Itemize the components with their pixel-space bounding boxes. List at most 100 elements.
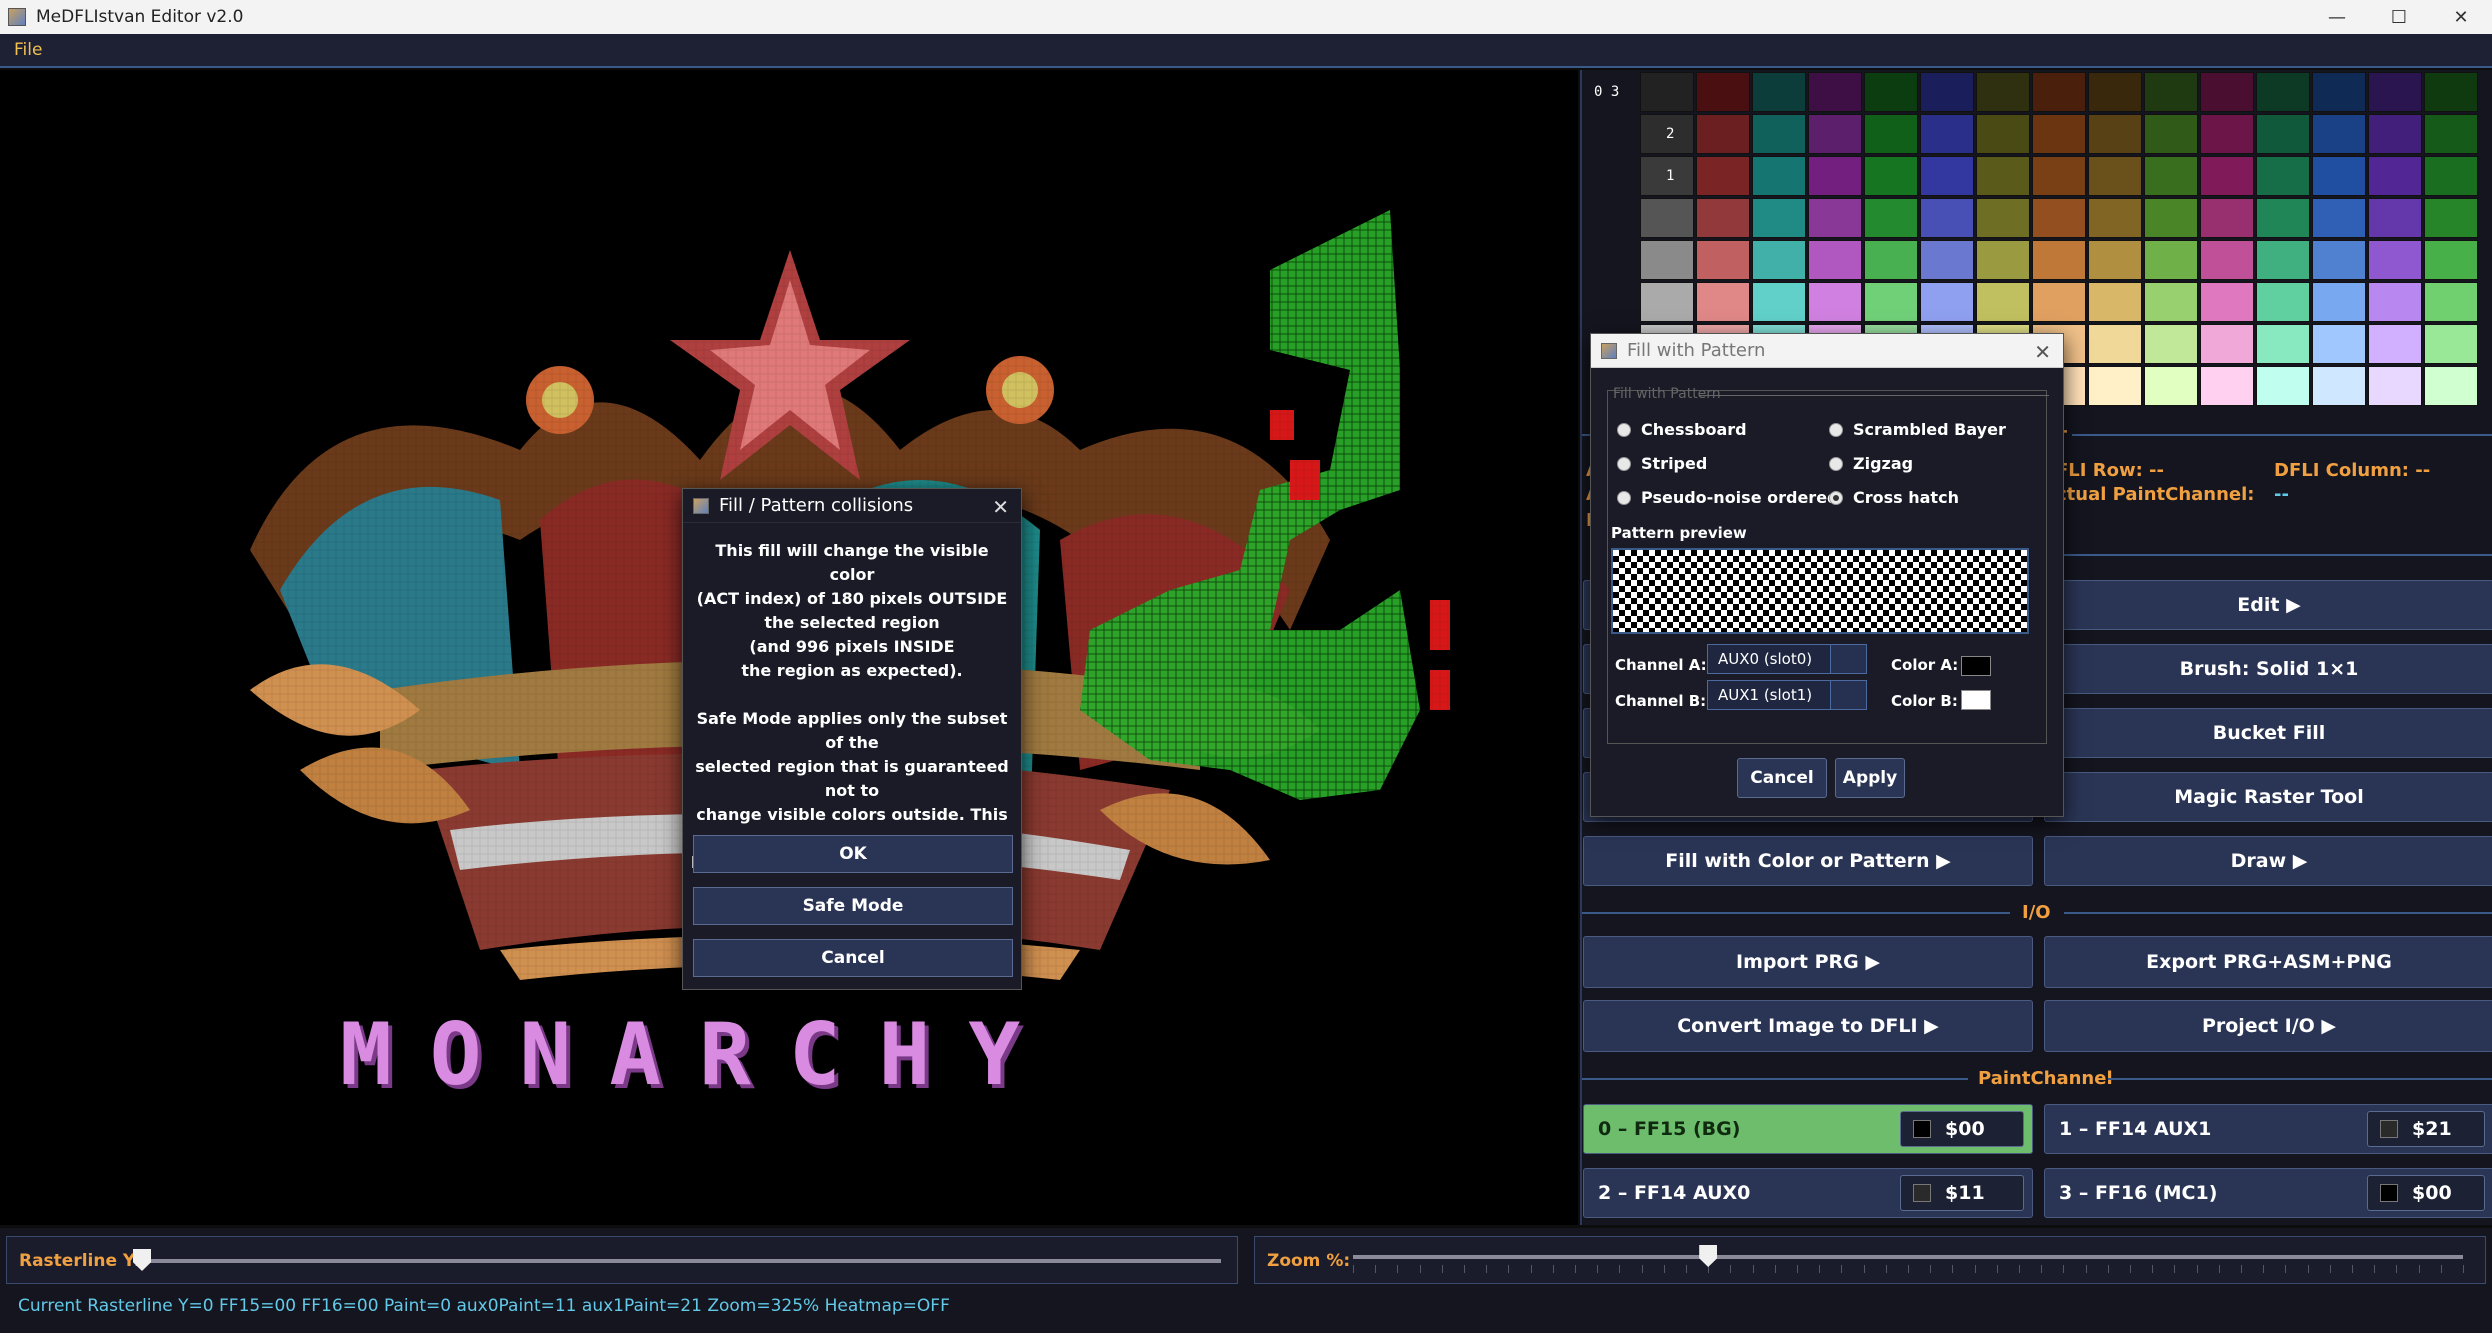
paint-channel-0[interactable]: 0 – FF15 (BG) $00 (1583, 1104, 2033, 1154)
channel-b-select[interactable]: AUX1 (slot1) (1707, 680, 1867, 710)
menu-file[interactable]: File (14, 40, 42, 60)
palette-swatch[interactable] (2200, 366, 2254, 406)
paint-channel-color[interactable]: $11 (1900, 1175, 2024, 1211)
palette-swatch[interactable] (2144, 282, 2198, 322)
radio-cross-hatch[interactable]: Cross hatch (1829, 488, 1959, 507)
palette-swatch[interactable] (1976, 282, 2030, 322)
zoom-slider-track[interactable] (1353, 1255, 2463, 1259)
palette-swatch[interactable] (2144, 198, 2198, 238)
export-prg-button[interactable]: Export PRG+ASM+PNG (2044, 936, 2492, 988)
rasterline-slider-track[interactable] (135, 1259, 1221, 1263)
palette-swatch[interactable] (2088, 114, 2142, 154)
palette-swatch[interactable] (1920, 282, 1974, 322)
palette-swatch[interactable] (2424, 156, 2478, 196)
palette-swatch[interactable] (2424, 114, 2478, 154)
palette-swatch[interactable] (1864, 156, 1918, 196)
palette-swatch[interactable] (2256, 72, 2310, 112)
palette-swatch[interactable] (2200, 114, 2254, 154)
palette-swatch[interactable] (2088, 366, 2142, 406)
import-prg-button[interactable]: Import PRG ▶ (1583, 936, 2033, 988)
palette-swatch[interactable] (2256, 324, 2310, 364)
maximize-icon[interactable]: ☐ (2368, 0, 2430, 34)
draw-button[interactable]: Draw ▶ (2044, 836, 2492, 886)
fill-color-pattern-button[interactable]: Fill with Color or Pattern ▶ (1583, 836, 2033, 886)
palette-swatch[interactable] (2200, 324, 2254, 364)
palette-swatch[interactable] (2032, 156, 2086, 196)
palette-swatch[interactable] (1976, 240, 2030, 280)
palette-swatch[interactable] (1696, 114, 1750, 154)
palette-swatch[interactable] (2312, 240, 2366, 280)
palette-swatch[interactable] (2032, 240, 2086, 280)
radio-scrambled-bayer[interactable]: Scrambled Bayer (1829, 420, 2006, 439)
palette-swatch[interactable] (2088, 156, 2142, 196)
edit-button[interactable]: Edit ▶ (2044, 580, 2492, 630)
convert-image-button[interactable]: Convert Image to DFLI ▶ (1583, 1000, 2033, 1052)
paint-channel-color[interactable]: $21 (2367, 1111, 2485, 1147)
palette-swatch[interactable] (2368, 198, 2422, 238)
palette-swatch[interactable] (1864, 114, 1918, 154)
palette-swatch[interactable] (2256, 282, 2310, 322)
palette-swatch[interactable] (2200, 198, 2254, 238)
cancel-button[interactable]: Cancel (693, 939, 1013, 977)
zoom-slider-thumb[interactable] (1699, 1245, 1718, 1267)
palette-swatch[interactable] (2144, 156, 2198, 196)
palette-swatch[interactable] (2424, 324, 2478, 364)
close-icon[interactable]: ✕ (2430, 0, 2492, 34)
magic-raster-tool-button[interactable]: Magic Raster Tool (2044, 772, 2492, 822)
bucket-fill-button[interactable]: Bucket Fill (2044, 708, 2492, 758)
paint-channel-3[interactable]: 3 – FF16 (MC1) $00 (2044, 1168, 2492, 1218)
palette-swatch[interactable] (2088, 324, 2142, 364)
palette-swatch[interactable] (2424, 72, 2478, 112)
palette-swatch[interactable] (1640, 198, 1694, 238)
palette-swatch[interactable] (1920, 240, 1974, 280)
palette-swatch[interactable] (2088, 240, 2142, 280)
palette-swatch[interactable] (2032, 72, 2086, 112)
palette-swatch[interactable] (2368, 240, 2422, 280)
palette-swatch[interactable] (1808, 72, 1862, 112)
radio-chessboard[interactable]: Chessboard (1617, 420, 1747, 439)
palette-swatch[interactable] (2312, 72, 2366, 112)
palette-swatch[interactable] (1696, 240, 1750, 280)
palette-swatch[interactable] (2256, 240, 2310, 280)
palette-swatch[interactable] (2424, 198, 2478, 238)
palette-swatch[interactable] (1920, 72, 1974, 112)
palette-swatch[interactable] (1640, 72, 1694, 112)
palette-swatch[interactable] (2312, 324, 2366, 364)
close-icon[interactable]: ✕ (2034, 340, 2051, 364)
palette-swatch[interactable] (2088, 198, 2142, 238)
palette-swatch[interactable] (2144, 366, 2198, 406)
palette-swatch[interactable] (2256, 366, 2310, 406)
brush-button[interactable]: Brush: Solid 1×1 (2044, 644, 2492, 694)
palette-swatch[interactable] (1752, 72, 1806, 112)
palette-swatch[interactable] (2368, 324, 2422, 364)
paint-channel-1[interactable]: 1 – FF14 AUX1 $21 (2044, 1104, 2492, 1154)
palette-swatch[interactable] (1696, 72, 1750, 112)
safe-mode-button[interactable]: Safe Mode (693, 887, 1013, 925)
project-io-button[interactable]: Project I/O ▶ (2044, 1000, 2492, 1052)
palette-swatch[interactable] (2144, 240, 2198, 280)
channel-a-select[interactable]: AUX0 (slot0) (1707, 644, 1867, 674)
palette-swatch[interactable] (2312, 114, 2366, 154)
paint-channel-color[interactable]: $00 (1900, 1111, 2024, 1147)
palette-swatch[interactable] (2424, 366, 2478, 406)
palette-swatch[interactable] (1976, 156, 2030, 196)
palette-swatch[interactable] (1864, 282, 1918, 322)
palette-swatch[interactable] (2368, 114, 2422, 154)
palette-swatch[interactable] (1808, 198, 1862, 238)
radio-striped[interactable]: Striped (1617, 454, 1707, 473)
palette-swatch[interactable] (2088, 282, 2142, 322)
palette-swatch[interactable] (1808, 282, 1862, 322)
palette-swatch[interactable] (2256, 198, 2310, 238)
palette-swatch[interactable] (2200, 282, 2254, 322)
palette-swatch[interactable] (2368, 72, 2422, 112)
palette-swatch[interactable] (1752, 282, 1806, 322)
palette-swatch[interactable] (2032, 282, 2086, 322)
palette-swatch[interactable] (1696, 282, 1750, 322)
palette-swatch[interactable] (1864, 72, 1918, 112)
palette-swatch[interactable] (2144, 114, 2198, 154)
palette-swatch[interactable] (2312, 156, 2366, 196)
palette-swatch[interactable] (2144, 324, 2198, 364)
close-icon[interactable]: ✕ (992, 495, 1009, 519)
ok-button[interactable]: OK (693, 835, 1013, 873)
palette-swatch[interactable] (2200, 240, 2254, 280)
